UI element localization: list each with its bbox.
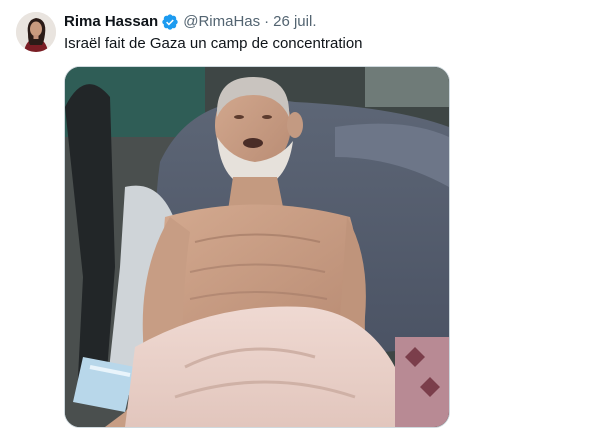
tweet[interactable]: Rima Hassan @RimaHas · 26 juil. Israël f… — [0, 0, 598, 428]
verified-badge-icon[interactable] — [161, 13, 179, 31]
avatar[interactable] — [16, 12, 56, 52]
avatar-image — [16, 12, 56, 52]
display-name[interactable]: Rima Hassan — [64, 12, 158, 32]
header-separator: · — [264, 13, 270, 30]
tweet-media-photo[interactable] — [64, 66, 450, 428]
tweet-date[interactable]: 26 juil. — [273, 12, 316, 32]
user-handle[interactable]: @RimaHas — [183, 12, 260, 32]
photo-image — [65, 67, 449, 427]
tweet-text: Israël fait de Gaza un camp de concentra… — [64, 35, 363, 52]
tweet-header: Rima Hassan @RimaHas · 26 juil. — [64, 12, 316, 32]
